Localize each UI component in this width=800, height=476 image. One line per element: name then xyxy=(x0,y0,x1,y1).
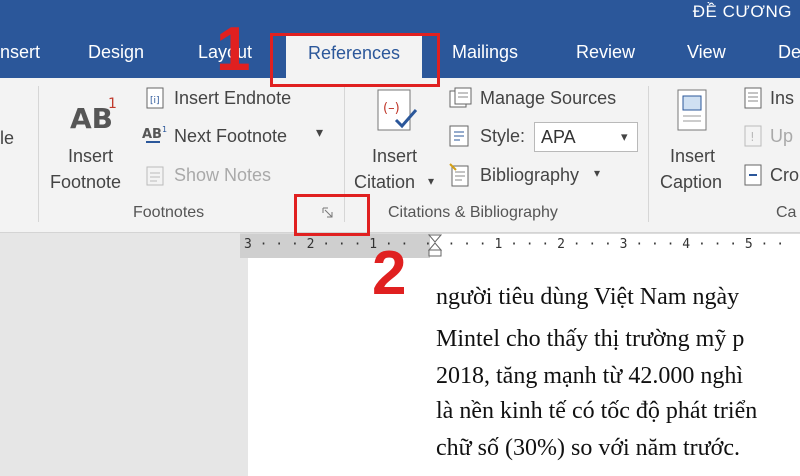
insert-citation-button[interactable]: Insert xyxy=(372,146,417,167)
bibliography-icon xyxy=(448,162,474,193)
cross-reference-button[interactable]: Cro xyxy=(770,165,799,186)
style-value: APA xyxy=(541,127,576,147)
ribbon-panel: le AB 1 Insert Footnote [i] Insert Endno… xyxy=(0,78,800,233)
group-separator xyxy=(38,86,39,222)
annotation-box-dialog-launcher xyxy=(294,194,370,236)
svg-text:AB: AB xyxy=(142,127,162,142)
svg-text:1: 1 xyxy=(108,96,117,112)
chevron-down-icon[interactable]: ▾ xyxy=(316,124,323,141)
chevron-down-icon[interactable]: ▾ xyxy=(594,166,600,180)
next-footnote-button[interactable]: Next Footnote xyxy=(174,126,287,147)
insert-citation-icon: (–) xyxy=(372,88,422,141)
captions-group-label: Ca xyxy=(776,204,797,221)
tab-view[interactable]: View xyxy=(687,42,726,63)
footnotes-group-label: Footnotes xyxy=(133,204,205,221)
insert-footnote-icon: AB 1 xyxy=(68,94,120,139)
svg-text:AB: AB xyxy=(70,102,113,134)
style-dropdown[interactable]: APA ▾ xyxy=(534,122,638,152)
show-notes-icon xyxy=(144,164,168,193)
next-footnote-icon: AB 1 xyxy=(142,124,170,153)
window-title: ĐỀ CƯƠNG xyxy=(692,2,792,21)
insert-table-of-figures-icon xyxy=(742,86,766,115)
style-icon xyxy=(448,124,474,153)
insert-caption-button-line2[interactable]: Caption xyxy=(660,172,722,193)
chevron-down-icon[interactable]: ▾ xyxy=(428,174,434,188)
tab-developer[interactable]: De xyxy=(778,42,800,63)
tab-design[interactable]: Design xyxy=(88,42,144,63)
chevron-down-icon: ▾ xyxy=(621,129,628,144)
document-page[interactable]: người tiêu dùng Việt Nam ngày Mintel cho… xyxy=(248,258,800,476)
tab-review[interactable]: Review xyxy=(576,42,635,63)
update-table-icon: ! xyxy=(742,124,766,153)
update-table-button[interactable]: Up xyxy=(770,126,793,147)
group-separator xyxy=(648,86,649,222)
cross-reference-icon xyxy=(742,162,766,193)
insert-footnote-button[interactable]: Insert xyxy=(68,146,113,167)
svg-text:!: ! xyxy=(750,130,755,144)
annotation-box-references-tab xyxy=(270,33,440,87)
svg-text:(–): (–) xyxy=(383,101,400,116)
title-bar: ĐỀ CƯƠNG xyxy=(0,0,800,26)
show-notes-button[interactable]: Show Notes xyxy=(174,165,271,186)
svg-text:[i]: [i] xyxy=(150,96,160,106)
tab-insert[interactable]: nsert xyxy=(0,42,40,63)
insert-footnote-button-line2[interactable]: Footnote xyxy=(50,172,121,193)
insert-table-of-figures-button[interactable]: Ins xyxy=(770,88,794,109)
partial-button-label[interactable]: le xyxy=(0,128,14,149)
bibliography-button[interactable]: Bibliography xyxy=(480,165,579,186)
ruler-ticks: 3 · · · 2 · · · 1 · · · · · · 1 · · · 2 … xyxy=(244,237,785,252)
insert-citation-button-line2[interactable]: Citation xyxy=(354,172,415,193)
document-line: chữ số (30%) so với năm trước. xyxy=(436,435,741,461)
document-line: là nền kinh tế có tốc độ phát triển xyxy=(436,398,758,424)
style-label: Style: xyxy=(480,126,526,146)
annotation-step-1: 1 xyxy=(216,15,251,84)
manage-sources-icon xyxy=(448,86,474,115)
horizontal-ruler[interactable]: 3 · · · 2 · · · 1 · · · · · · 1 · · · 2 … xyxy=(240,233,800,258)
annotation-step-2: 2 xyxy=(372,239,407,308)
manage-sources-button[interactable]: Manage Sources xyxy=(480,88,616,109)
insert-endnote-button[interactable]: Insert Endnote xyxy=(174,88,291,109)
insert-caption-button[interactable]: Insert xyxy=(670,146,715,167)
citations-group-label: Citations & Bibliography xyxy=(388,204,558,221)
insert-caption-icon xyxy=(676,88,712,141)
document-line: Mintel cho thấy thị trường mỹ p xyxy=(436,326,745,352)
tab-mailings[interactable]: Mailings xyxy=(452,42,518,63)
document-line: người tiêu dùng Việt Nam ngày xyxy=(436,284,740,310)
svg-text:1: 1 xyxy=(162,125,167,134)
document-line: 2018, tăng mạnh từ 42.000 nghì xyxy=(436,363,743,389)
insert-endnote-icon: [i] xyxy=(144,86,168,115)
